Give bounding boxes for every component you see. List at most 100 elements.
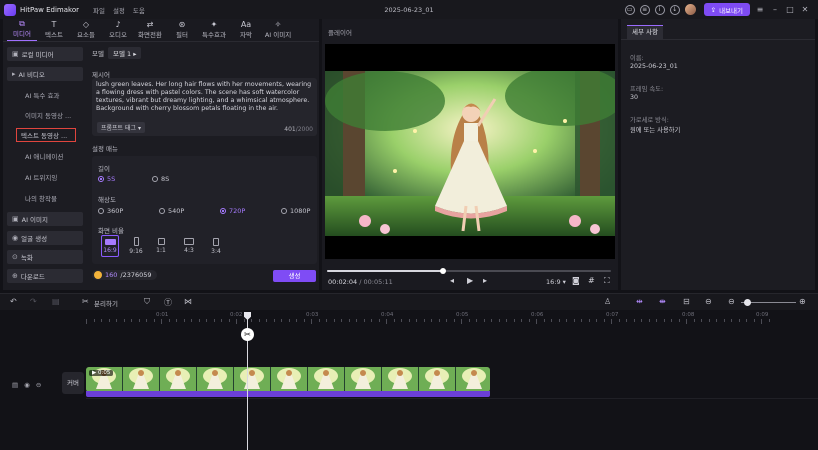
sidebar-item-ai-twisting[interactable]: AI 트위지잉 <box>7 170 83 184</box>
sidebar-item-ai-image[interactable]: ▣ AI 이미지 <box>7 212 83 226</box>
length-option-8s[interactable]: 8S <box>152 175 169 183</box>
menu-settings[interactable]: 설정 <box>113 5 125 15</box>
fullscreen-icon[interactable]: ⛶ <box>604 276 610 286</box>
prev-frame-icon[interactable]: ◂ <box>450 276 454 285</box>
tab-details[interactable]: 세부 사항 <box>627 25 663 39</box>
download-icon[interactable]: ↓ <box>669 4 680 15</box>
ruler-tick <box>303 319 305 322</box>
menu-file[interactable]: 파일 <box>93 5 105 15</box>
sidebar-item-text-to-video[interactable]: 텍스트 동영상 ... <box>16 128 76 142</box>
tab-elements[interactable]: ◇ 요소들 <box>71 19 101 41</box>
transition-icon: ⇄ <box>146 20 154 29</box>
ratio-option-1-1[interactable]: 1:1 <box>152 235 170 257</box>
sidebar-item-record[interactable]: ⊙ 녹화 <box>7 250 83 264</box>
ratio-option-16-9[interactable]: 16:9 <box>101 235 119 257</box>
user-avatar[interactable] <box>684 4 696 15</box>
sidebar-item-my-creations[interactable]: 나의 창작물 <box>7 191 83 205</box>
adjust-icon[interactable]: ⋈ <box>184 297 192 306</box>
model-select[interactable]: 모델 1 ▸ <box>107 47 142 59</box>
ruler-tick <box>738 319 740 322</box>
prompt-input[interactable]: lush green leaves. Her long hair flows w… <box>92 78 317 136</box>
scrubber-handle[interactable] <box>440 268 447 274</box>
hamburger-icon[interactable]: ≡ <box>755 5 765 14</box>
sidebar-item-download[interactable]: ⊕ 다운로드 <box>7 269 83 283</box>
clip-thumbnail <box>308 367 344 392</box>
ai-video-icon: ▸ <box>12 70 16 78</box>
resolution-option-1080p[interactable]: 1080P <box>281 207 310 215</box>
zoom-out-icon[interactable]: ⊖ <box>728 297 735 306</box>
ratio-option-4-3[interactable]: 4:3 <box>180 235 198 257</box>
settings-box: 길이 5S 8S 해상도 360P 540P 720P 1080P 화면 비율 … <box>92 156 317 264</box>
info-icon[interactable]: i <box>654 4 665 15</box>
shield-icon[interactable]: ⛉ <box>144 297 150 307</box>
ruler-tick <box>408 319 410 322</box>
prompt-tag-dropdown[interactable]: 프롬프트 태그 ▾ <box>97 122 145 133</box>
grid-icon[interactable]: # <box>588 276 595 285</box>
microphone-icon[interactable]: ♙ <box>604 297 611 306</box>
caption-icon[interactable]: ⊖ <box>705 297 712 306</box>
tab-media[interactable]: ⧉ 미디어 <box>7 19 37 41</box>
track-toggle-icon[interactable]: ▤ <box>12 381 18 389</box>
resolution-option-540p[interactable]: 540P <box>159 207 184 215</box>
tab-audio[interactable]: ♪ 오디오 <box>103 19 133 41</box>
resolution-option-720p[interactable]: 720P <box>220 207 245 215</box>
maximize-icon[interactable]: □ <box>785 5 795 14</box>
ruler-tick <box>251 319 252 322</box>
clip-thumbnail <box>160 367 196 392</box>
text-box-icon[interactable]: Ⓣ <box>164 297 172 308</box>
undo-icon[interactable]: ↶ <box>10 297 17 306</box>
video-viewport[interactable] <box>325 44 615 259</box>
track-visibility-icon[interactable]: ◉ <box>24 381 30 389</box>
export-button[interactable]: ⇪ 내보내기 <box>703 3 750 16</box>
timeline-tracks: ▤ ◉ ⊖ 커버 ▶ 0:05 <box>0 324 818 450</box>
close-icon[interactable]: ✕ <box>800 5 810 14</box>
time-display: 00:02:04 / 00:05:11 <box>328 278 393 286</box>
magnet-icon[interactable]: ⇼ <box>659 297 666 306</box>
ratio-option-3-4[interactable]: 3:4 <box>207 235 225 257</box>
resolution-label: 해상도 <box>98 196 116 204</box>
tab-transition[interactable]: ⇄ 화면전환 <box>135 19 165 41</box>
track-lock-icon[interactable]: ⊖ <box>36 381 41 389</box>
ruler-tick <box>678 319 680 322</box>
link-icon[interactable]: ⇹ <box>636 297 643 306</box>
play-icon[interactable]: ▶ <box>467 276 473 285</box>
sidebar-item-ai-effects[interactable]: AI 특수 효과 <box>7 88 83 102</box>
aspect-ratio-select[interactable]: 16:9 ▾ <box>546 278 566 286</box>
delete-icon[interactable]: ▤ <box>52 297 60 306</box>
text-to-video-panel: 모델 모델 1 ▸ 제시어 lush green leaves. Her lon… <box>89 43 319 290</box>
resolution-option-360p[interactable]: 360P <box>98 207 123 215</box>
sidebar-item-local-media[interactable]: ▣ 로컬 미디어 <box>7 47 83 61</box>
sidebar-item-face-generate[interactable]: ◉ 얼굴 생성 <box>7 231 83 245</box>
split-at-playhead-icon[interactable]: ✂ <box>241 328 254 341</box>
tab-ai-image[interactable]: ✧ AI 이미지 <box>263 19 293 41</box>
audio-icon: ♪ <box>115 20 121 29</box>
tab-text[interactable]: T 텍스트 <box>39 19 69 41</box>
split-button[interactable]: 분리하기 <box>94 298 118 308</box>
tab-filter[interactable]: ⊛ 필터 <box>167 19 197 41</box>
sidebar-item-ai-video[interactable]: ▸ AI 비디오 <box>7 67 83 81</box>
tab-subtitle[interactable]: Aa 자막 <box>231 19 261 41</box>
redo-icon[interactable]: ↷ <box>30 297 37 306</box>
cover-button[interactable]: 커버 <box>62 372 84 394</box>
length-option-5s[interactable]: 5S <box>98 175 115 183</box>
zoom-slider-handle[interactable] <box>744 299 751 306</box>
prompt-text: lush green leaves. Her long hair flows w… <box>96 81 312 112</box>
video-clip[interactable]: ▶ 0:05 <box>86 367 490 392</box>
monitor-icon[interactable]: ▭ <box>624 4 635 15</box>
timeline-ruler[interactable]: 0:01 0:02 0:03 0:04 0:05 0:06 0:07 0:08 … <box>86 310 818 324</box>
clip-audio-bar[interactable] <box>86 391 490 397</box>
tab-effects[interactable]: ✦ 특수효과 <box>199 19 229 41</box>
sidebar-item-ai-animation[interactable]: AI 애니메이션 <box>7 149 83 163</box>
menu-help[interactable]: 도움 <box>133 5 145 15</box>
split-screen-icon[interactable]: ⊟ <box>683 297 690 306</box>
camera-icon[interactable]: ◙ <box>572 276 580 285</box>
scissors-icon[interactable]: ✂ <box>82 297 89 306</box>
minimize-icon[interactable]: – <box>770 5 780 14</box>
ratio-option-9-16[interactable]: 9:16 <box>127 235 145 257</box>
generate-button[interactable]: 생성 <box>273 270 316 282</box>
playback-scrubber[interactable] <box>327 268 611 274</box>
zoom-in-icon[interactable]: ⊕ <box>799 297 806 306</box>
sidebar-item-image-to-video[interactable]: 이미지 동영상 ... <box>7 108 83 122</box>
message-icon[interactable]: ≡ <box>639 4 650 15</box>
next-frame-icon[interactable]: ▸ <box>483 276 487 285</box>
